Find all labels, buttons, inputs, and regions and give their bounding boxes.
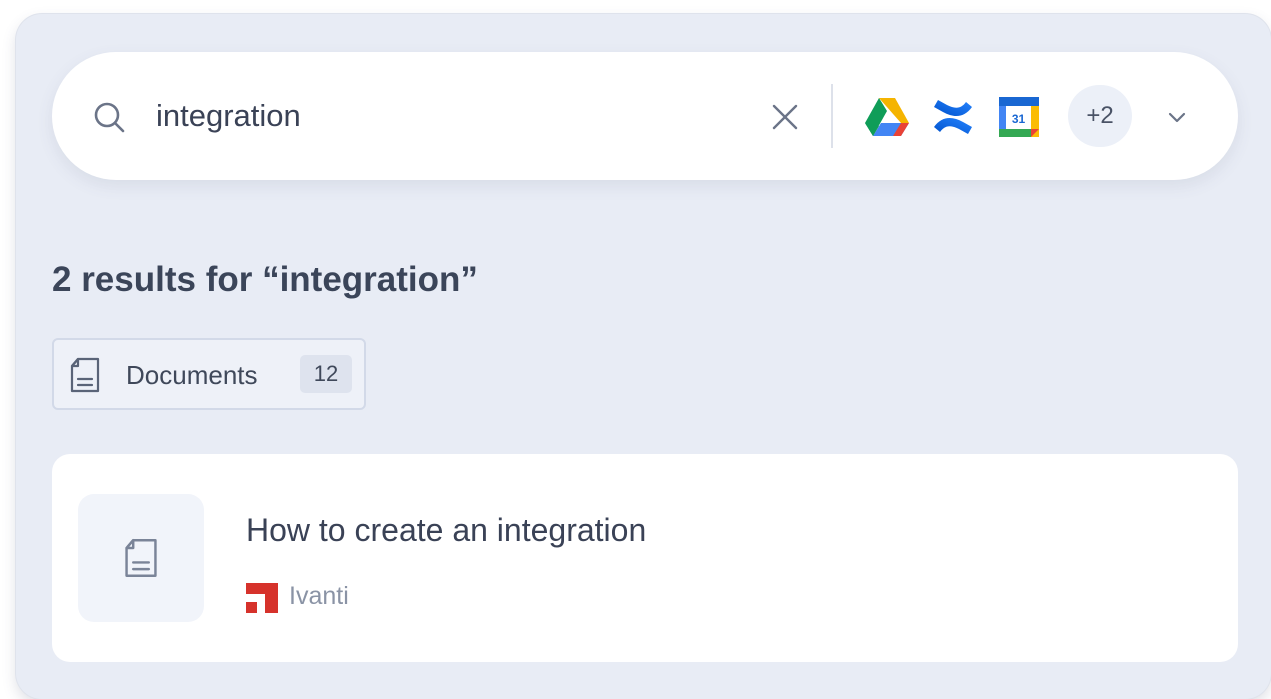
chevron-down-icon[interactable] (1166, 106, 1188, 128)
filter-chip-documents[interactable]: Documents 12 (52, 338, 366, 410)
search-icon (94, 102, 125, 133)
clear-search-icon[interactable] (770, 102, 800, 132)
search-input[interactable] (156, 90, 736, 142)
filter-chip-count: 12 (300, 355, 352, 393)
result-thumbnail (78, 494, 204, 622)
results-heading: 2 results for “integration” (52, 260, 478, 299)
ivanti-logo-icon (246, 583, 278, 613)
more-sources-button[interactable]: +2 (1068, 85, 1132, 147)
google-drive-icon[interactable] (864, 94, 910, 140)
search-bar: 31 +2 (52, 52, 1238, 180)
document-icon (125, 539, 157, 577)
search-panel: 31 +2 2 results for “integration” Docume… (16, 14, 1271, 699)
calendar-day-label: 31 (1012, 112, 1026, 126)
confluence-icon[interactable] (930, 94, 976, 140)
search-divider (831, 84, 833, 148)
result-title[interactable]: How to create an integration (246, 512, 646, 549)
filter-chip-label: Documents (126, 360, 258, 390)
result-item[interactable]: How to create an integration Ivanti (52, 454, 1238, 662)
document-icon (70, 357, 100, 393)
result-source-name: Ivanti (289, 582, 349, 610)
google-calendar-icon[interactable]: 31 (996, 94, 1042, 140)
